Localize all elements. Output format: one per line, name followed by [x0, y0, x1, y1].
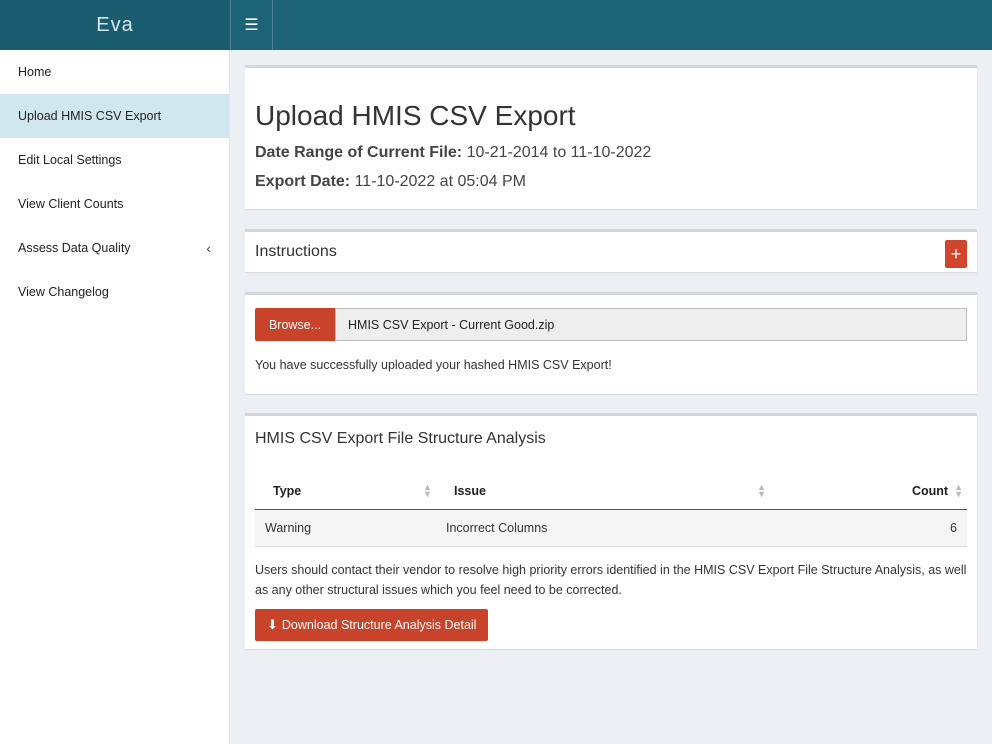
file-input: Browse... HMIS CSV Export - Current Good… — [255, 308, 967, 341]
analysis-table: Type ▲ ▼ Issue ▲ ▼ Count ▲ ▼ Warning Incorr… — [255, 472, 967, 547]
column-label: Count — [911, 483, 949, 498]
upload-box: Browse... HMIS CSV Export - Current Good… — [245, 292, 977, 394]
download-icon: ⬇ — [267, 617, 278, 632]
column-header-count[interactable]: Count ▲ ▼ — [770, 472, 967, 510]
sort-icon: ▲ ▼ — [423, 481, 432, 499]
cell-type: Warning — [265, 521, 312, 535]
download-structure-analysis-button[interactable]: ⬇ Download Structure Analysis Detail — [255, 609, 489, 641]
sidebar-item-label: View Changelog — [18, 285, 109, 299]
browse-button[interactable]: Browse... — [255, 308, 335, 341]
cell-issue: Incorrect Columns — [446, 521, 548, 535]
export-date-label: Export Date: — [255, 173, 351, 190]
expand-instructions-button[interactable]: + — [945, 240, 967, 268]
export-date-value: 11-10-2022 at 05:04 PM — [354, 173, 526, 190]
sidebar-toggle-button[interactable]: ☰ — [230, 0, 273, 50]
sidebar-item-edit-local-settings[interactable]: Edit Local Settings — [0, 138, 229, 182]
sidebar: Home Upload HMIS CSV Export Edit Local S… — [0, 50, 230, 744]
analysis-title: HMIS CSV Export File Structure Analysis — [255, 430, 546, 447]
sidebar-item-view-client-counts[interactable]: View Client Counts — [0, 182, 229, 226]
sidebar-item-assess-data-quality[interactable]: Assess Data Quality ‹ — [0, 226, 229, 270]
date-range: Date Range of Current File: 10-21-2014 t… — [255, 144, 651, 162]
sidebar-item-upload-hmis-csv-export[interactable]: Upload HMIS CSV Export — [0, 94, 229, 138]
header-box: Upload HMIS CSV Export Date Range of Cur… — [245, 65, 977, 209]
success-message: You have successfully uploaded your hash… — [255, 358, 612, 372]
chevron-left-icon: ‹ — [206, 240, 211, 256]
sidebar-item-label: Home — [18, 65, 52, 79]
date-range-label: Date Range of Current File: — [255, 144, 463, 161]
sidebar-item-home[interactable]: Home — [0, 50, 229, 94]
brand-logo[interactable]: Eva — [0, 0, 230, 50]
hamburger-icon: ☰ — [244, 17, 259, 34]
sidebar-item-label: Upload HMIS CSV Export — [18, 109, 162, 123]
sidebar-item-label: Assess Data Quality — [18, 241, 131, 255]
download-label: Download Structure Analysis Detail — [281, 618, 477, 632]
column-header-issue[interactable]: Issue ▲ ▼ — [436, 472, 770, 510]
column-header-type[interactable]: Type ▲ ▼ — [255, 472, 436, 510]
file-name-field[interactable]: HMIS CSV Export - Current Good.zip — [335, 308, 967, 341]
table-header: Type ▲ ▼ Issue ▲ ▼ Count ▲ ▼ — [255, 472, 967, 510]
sidebar-item-label: Edit Local Settings — [18, 153, 122, 167]
brand-name: Eva — [96, 13, 134, 36]
structure-analysis-box: HMIS CSV Export File Structure Analysis … — [245, 413, 977, 649]
column-label: Issue — [454, 483, 486, 498]
analysis-note: Users should contact their vendor to res… — [255, 563, 967, 597]
sort-icon: ▲ ▼ — [954, 481, 963, 499]
top-bar: Eva ☰ — [0, 0, 992, 50]
plus-icon: + — [950, 244, 962, 264]
table-row[interactable]: Warning Incorrect Columns 6 — [255, 510, 967, 547]
sidebar-item-label: View Client Counts — [18, 197, 124, 211]
sidebar-item-view-changelog[interactable]: View Changelog — [0, 270, 229, 314]
instructions-title: Instructions — [255, 243, 337, 260]
export-date: Export Date: 11-10-2022 at 05:04 PM — [255, 173, 526, 191]
cell-count: 6 — [950, 521, 957, 535]
page-title: Upload HMIS CSV Export — [255, 100, 576, 131]
instructions-box: Instructions + — [245, 229, 977, 272]
column-label: Type — [273, 483, 302, 498]
date-range-value: 10-21-2014 to 11-10-2022 — [466, 144, 652, 161]
sort-icon: ▲ ▼ — [757, 481, 766, 499]
